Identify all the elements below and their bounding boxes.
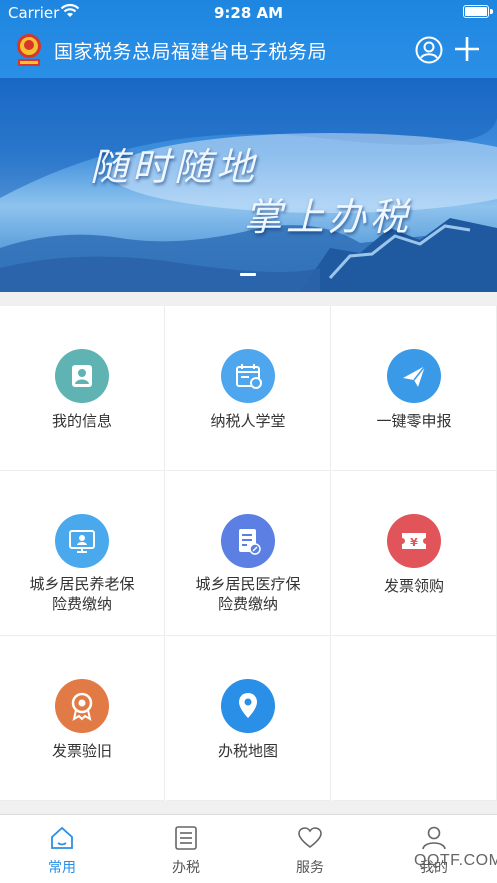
grid-item-zero-declaration[interactable]: 一键零申报 bbox=[332, 306, 497, 471]
app-header: Carrier 9:28 AM 国家税务总局福建省电子税务局 bbox=[0, 0, 497, 78]
promo-banner[interactable]: 随时随地 掌上办税 bbox=[0, 78, 497, 292]
grid-item-my-info[interactable]: 我的信息 bbox=[0, 306, 165, 471]
nav-bar: 国家税务总局福建省电子税务局 bbox=[0, 28, 497, 74]
grid-item-label: 发票验旧 bbox=[51, 742, 112, 760]
status-bar: Carrier 9:28 AM bbox=[0, 0, 497, 24]
service-grid: 我的信息 纳税人学堂 一键零申报 城乡居民养老保 险费缴纳 城乡居民医疗保 险费… bbox=[0, 306, 497, 801]
banner-page-indicator bbox=[240, 273, 256, 276]
tab-label: 服务 bbox=[296, 860, 324, 876]
battery-icon bbox=[463, 5, 489, 18]
map-pin-icon bbox=[221, 679, 275, 733]
grid-item-medical-insurance[interactable]: 城乡居民医疗保 险费缴纳 bbox=[166, 471, 331, 636]
list-icon bbox=[175, 826, 197, 850]
bottom-tab-bar: 常用 办税 服务 我的 bbox=[0, 814, 497, 883]
grid-item-label-line2: 险费缴纳 bbox=[51, 595, 112, 613]
add-icon[interactable] bbox=[452, 34, 482, 64]
heart-icon bbox=[298, 827, 322, 849]
home-icon bbox=[51, 826, 73, 849]
grid-item-label: 一键零申报 bbox=[376, 412, 452, 430]
grid-item-label-line1: 城乡居民养老保 bbox=[29, 575, 135, 593]
grid-item-label: 我的信息 bbox=[51, 412, 112, 430]
grid-empty-cell bbox=[332, 636, 497, 801]
monitor-icon bbox=[55, 514, 109, 568]
grid-item-label: 办税地图 bbox=[217, 742, 278, 760]
watermark-text: QQTF.COM bbox=[414, 852, 497, 869]
tab-service[interactable]: 服务 bbox=[248, 815, 372, 883]
battery-tip bbox=[490, 9, 493, 14]
banner-slogan-line2: 掌上办税 bbox=[244, 195, 413, 239]
grid-item-label: 纳税人学堂 bbox=[210, 412, 286, 430]
paper-plane-icon bbox=[387, 349, 441, 403]
grid-item-label: 发票领购 bbox=[383, 577, 444, 595]
banner-slogan-line1: 随时随地 bbox=[90, 145, 259, 189]
grid-item-invoice-purchase[interactable]: ¥ 发票领购 bbox=[332, 471, 497, 636]
grid-item-tax-map[interactable]: 办税地图 bbox=[166, 636, 331, 801]
tab-tax[interactable]: 办税 bbox=[124, 815, 248, 883]
person-icon bbox=[55, 349, 109, 403]
account-icon[interactable] bbox=[415, 36, 443, 64]
grid-item-invoice-verify[interactable]: 发票验旧 bbox=[0, 636, 165, 801]
grid-item-label-line1: 城乡居民医疗保 bbox=[195, 575, 301, 593]
yen-ticket-icon: ¥ bbox=[387, 514, 441, 568]
grid-item-label-line2: 险费缴纳 bbox=[217, 595, 278, 613]
award-icon bbox=[55, 679, 109, 733]
user-icon bbox=[422, 826, 446, 850]
page-title: 国家税务总局福建省电子税务局 bbox=[54, 41, 328, 63]
grid-item-pension-insurance[interactable]: 城乡居民养老保 险费缴纳 bbox=[0, 471, 165, 636]
grid-item-taxpayer-school[interactable]: 纳税人学堂 bbox=[166, 306, 331, 471]
tab-label: 常用 bbox=[48, 860, 76, 876]
calendar-icon bbox=[221, 349, 275, 403]
tab-common[interactable]: 常用 bbox=[0, 815, 124, 883]
tab-label: 办税 bbox=[172, 860, 200, 876]
tab-mine[interactable]: 我的 bbox=[372, 815, 496, 883]
svg-text:¥: ¥ bbox=[410, 536, 418, 549]
document-edit-icon bbox=[221, 514, 275, 568]
status-time: 9:28 AM bbox=[213, 4, 284, 22]
tax-emblem-icon bbox=[17, 34, 41, 66]
